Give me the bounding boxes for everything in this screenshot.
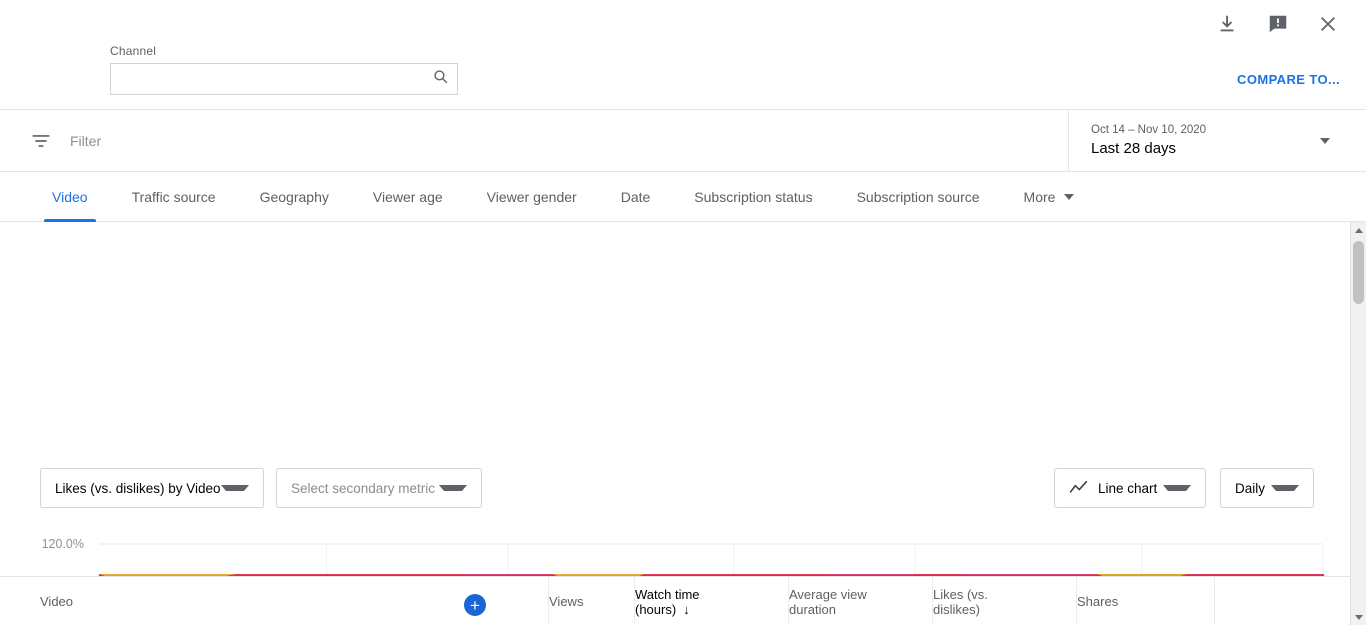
column-header-label: Shares	[1077, 594, 1119, 609]
tab-label: Subscription source	[856, 189, 980, 205]
filter-icon	[30, 130, 52, 152]
interval-select[interactable]: Daily	[1220, 468, 1314, 508]
filter-control[interactable]: Filter	[30, 110, 101, 172]
chevron-down-icon	[221, 485, 249, 491]
scroll-up-arrow[interactable]	[1351, 222, 1366, 238]
column-header-label: Views	[549, 594, 584, 609]
feedback-icon[interactable]	[1266, 12, 1290, 36]
channel-label: Channel	[110, 44, 157, 58]
dimension-tabs: Video Traffic source Geography Viewer age Vi…	[0, 172, 1366, 222]
tab-label: More	[1023, 189, 1056, 205]
tab-more[interactable]: More	[1002, 172, 1097, 222]
interval-label: Daily	[1235, 480, 1266, 496]
column-header-views[interactable]: Views	[548, 577, 634, 625]
video-table-header: Video Views Watch time (hours) ↓ Average view…	[0, 576, 1350, 625]
chevron-down-icon[interactable]	[1320, 137, 1330, 144]
channel-input-wrapper[interactable]	[110, 63, 458, 95]
page-scrollbar[interactable]	[1350, 222, 1366, 625]
top-bar: Channel COMPARE TO...	[0, 0, 1366, 110]
tab-subscription-status[interactable]: Subscription status	[672, 172, 834, 222]
add-metric-button[interactable]: +	[464, 594, 486, 616]
column-header-shares[interactable]: Shares	[1076, 577, 1214, 625]
tab-strip: Video Traffic source Geography Viewer age Vi…	[0, 172, 1366, 222]
column-header-label: Average view duration	[789, 586, 867, 617]
chevron-down-icon	[1163, 485, 1191, 491]
filter-bar: Filter Oct 14 – Nov 10, 2020 Last 28 day…	[0, 110, 1366, 172]
tab-label: Video	[52, 189, 88, 205]
chart-type-select[interactable]: Line chart	[1054, 468, 1206, 508]
tab-label: Geography	[259, 189, 329, 205]
sort-descending-icon: ↓	[683, 601, 690, 617]
chevron-down-icon	[1064, 194, 1075, 200]
y-axis-tick-label: 120.0%	[42, 537, 84, 551]
date-range-dates: Oct 14 – Nov 10, 2020	[1091, 123, 1207, 136]
chevron-down-icon	[1271, 485, 1299, 491]
column-header-spacer	[1214, 577, 1350, 625]
primary-metric-select[interactable]: Likes (vs. dislikes) by Video	[40, 468, 264, 508]
tab-geography[interactable]: Geography	[238, 172, 351, 222]
line-chart-icon	[1069, 480, 1088, 496]
column-header-watch[interactable]: Watch time (hours) ↓	[634, 577, 788, 625]
tab-label: Subscription status	[694, 189, 813, 205]
column-header-avd[interactable]: Average view duration	[788, 577, 932, 625]
compare-to-button[interactable]: COMPARE TO...	[1237, 72, 1340, 87]
date-range-selector[interactable]: Oct 14 – Nov 10, 2020 Last 28 days	[1068, 110, 1366, 171]
search-icon[interactable]	[432, 68, 449, 90]
column-header-label: Watch time (hours) ↓	[635, 586, 700, 617]
tab-label: Traffic source	[131, 189, 216, 205]
secondary-metric-label: Select secondary metric	[291, 480, 436, 496]
column-header-likes[interactable]: Likes (vs. dislikes)	[932, 577, 1076, 625]
chart-pane: Likes (vs. dislikes) by Video Select sec…	[0, 222, 1350, 625]
chevron-down-icon	[439, 485, 467, 491]
column-header-label: Likes (vs. dislikes)	[933, 586, 988, 617]
tab-viewer-age[interactable]: Viewer age	[351, 172, 465, 222]
tab-label: Viewer age	[372, 189, 443, 205]
filter-placeholder: Filter	[70, 133, 102, 149]
tab-viewer-gender[interactable]: Viewer gender	[465, 172, 599, 222]
column-header-label: Video	[40, 594, 74, 609]
tab-label: Viewer gender	[486, 189, 577, 205]
download-icon[interactable]	[1216, 12, 1240, 36]
top-bar-actions	[1216, 12, 1340, 36]
secondary-metric-select[interactable]: Select secondary metric	[276, 468, 482, 508]
channel-filter: Channel	[110, 44, 458, 95]
close-icon[interactable]	[1316, 12, 1340, 36]
tab-label: Date	[620, 189, 651, 205]
tab-video[interactable]: Video	[30, 172, 110, 222]
scrollbar-thumb[interactable]	[1353, 241, 1364, 304]
channel-search-input[interactable]	[111, 64, 457, 94]
primary-metric-label: Likes (vs. dislikes) by Video	[55, 480, 221, 496]
chart-type-label: Line chart	[1098, 480, 1158, 496]
tab-date[interactable]: Date	[599, 172, 673, 222]
tab-traffic-source[interactable]: Traffic source	[110, 172, 238, 222]
tab-subscription-source[interactable]: Subscription source	[835, 172, 1002, 222]
analytics-page: Channel COMPARE TO... Filter Oct 14 – No…	[0, 0, 1366, 625]
scroll-down-arrow[interactable]	[1351, 609, 1366, 625]
